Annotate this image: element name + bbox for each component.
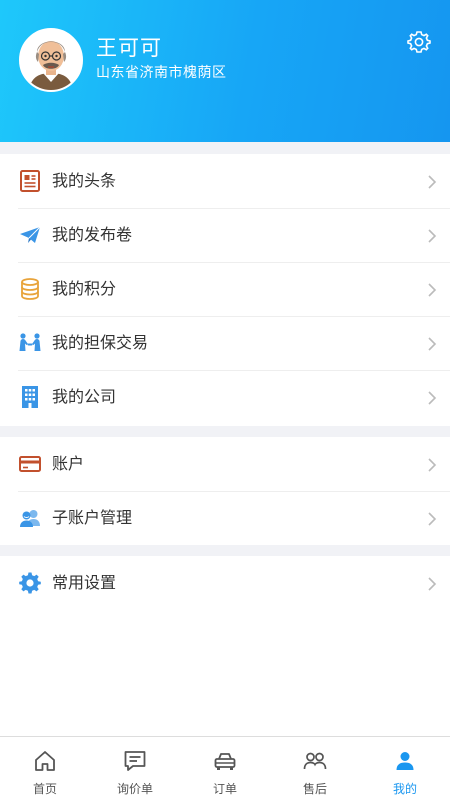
- chevron-right-icon: [427, 457, 437, 472]
- gear-icon: [18, 571, 42, 595]
- menu-item-guarantee-trade[interactable]: 我的担保交易: [0, 316, 450, 370]
- tab-home[interactable]: 首页: [0, 737, 90, 800]
- menu-item-label: 账户: [52, 454, 85, 473]
- empty-area: [0, 610, 450, 736]
- tab-label: 订单: [212, 782, 237, 796]
- person-icon: [393, 749, 417, 773]
- user-location: 山东省济南市槐荫区: [96, 65, 227, 81]
- profile-header: 王可可 山东省济南市槐荫区: [0, 0, 450, 142]
- card-icon: [18, 452, 42, 476]
- menu-item-sub-accounts[interactable]: 子账户管理: [0, 491, 450, 545]
- tab-inquiry[interactable]: 询价单: [90, 737, 180, 800]
- building-icon: [18, 385, 42, 409]
- chevron-right-icon: [427, 576, 437, 591]
- menu-item-label: 我的积分: [52, 279, 117, 298]
- tab-label: 我的: [392, 782, 417, 796]
- chevron-right-icon: [427, 174, 437, 189]
- menu-item-label: 我的发布卷: [52, 225, 133, 244]
- chevron-right-icon: [427, 282, 437, 297]
- chat-list-icon: [123, 749, 147, 773]
- menu-item-label: 常用设置: [52, 573, 117, 592]
- menu-item-label: 子账户管理: [52, 508, 133, 527]
- bottom-tab-bar: 首页 询价单 订单 售后 我的: [0, 736, 450, 800]
- tab-after-sales[interactable]: 售后: [270, 737, 360, 800]
- menu-group-main: 我的头条 我的发布卷 我的积分 我的担保交易 我的公司: [0, 154, 450, 426]
- menu-item-common-settings[interactable]: 常用设置: [0, 556, 450, 610]
- menu-group-account: 账户 子账户管理: [0, 437, 450, 545]
- chevron-right-icon: [427, 390, 437, 405]
- menu-group-settings: 常用设置: [0, 556, 450, 610]
- menu-item-label: 我的公司: [52, 387, 117, 406]
- menu-item-label: 我的头条: [52, 171, 117, 190]
- handshake-people-icon: [18, 331, 42, 355]
- car-icon: [213, 749, 237, 773]
- paper-plane-icon: [18, 223, 42, 247]
- tab-label: 售后: [302, 782, 327, 796]
- settings-gear-icon[interactable]: [405, 28, 433, 56]
- menu-item-headlines[interactable]: 我的头条: [0, 154, 450, 208]
- user-name: 王可可: [96, 36, 162, 60]
- menu-item-published[interactable]: 我的发布卷: [0, 208, 450, 262]
- menu-item-points[interactable]: 我的积分: [0, 262, 450, 316]
- menu-item-company[interactable]: 我的公司: [0, 370, 450, 424]
- chevron-right-icon: [427, 336, 437, 351]
- home-icon: [33, 749, 57, 773]
- chevron-right-icon: [427, 228, 437, 243]
- tab-label: 询价单: [116, 782, 153, 796]
- menu-item-account[interactable]: 账户: [0, 437, 450, 491]
- tab-orders[interactable]: 订单: [180, 737, 270, 800]
- tab-mine[interactable]: 我的: [360, 737, 450, 800]
- chevron-right-icon: [427, 511, 437, 526]
- menu-item-label: 我的担保交易: [52, 333, 149, 352]
- users-icon: [18, 506, 42, 530]
- service-people-icon: [303, 749, 327, 773]
- database-coins-icon: [18, 277, 42, 301]
- newspaper-icon: [18, 169, 42, 193]
- tab-label: 首页: [32, 782, 57, 796]
- avatar[interactable]: [19, 28, 83, 92]
